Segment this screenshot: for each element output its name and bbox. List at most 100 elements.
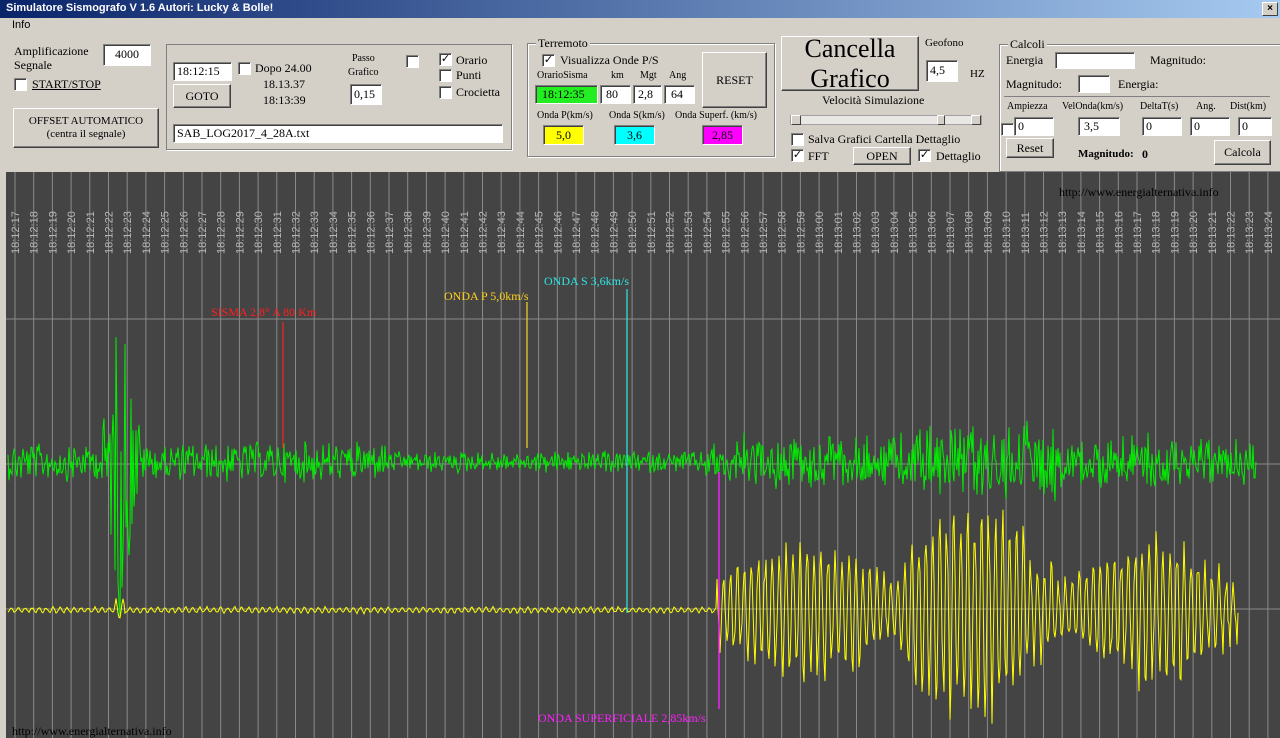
ang-header: Ang [669,70,687,81]
time-label: 18:13:10 [1001,211,1013,254]
time-label: 18:13:19 [1169,211,1181,254]
time-label: 18:13:13 [1057,211,1069,254]
time-label: 18:12:29 [234,211,246,254]
time-label: 18:12:20 [66,211,78,254]
punti-label: Punti [456,68,482,82]
ampiezza-header: Ampiezza [1007,101,1048,112]
time-label: 18:12:50 [627,211,639,254]
close-icon[interactable]: × [1262,2,1278,16]
passo-input[interactable]: 0,15 [350,84,382,105]
orario-sisma-input[interactable]: 18:12:35 [535,85,598,104]
time-label: 18:12:53 [683,211,695,254]
dist-input[interactable]: 0 [1238,117,1272,136]
onda-s-input[interactable]: 3,6 [614,125,655,145]
amplification-input[interactable]: 4000 [103,44,151,66]
reset-button[interactable]: RESET [702,52,767,108]
time-label: 18:12:31 [272,211,284,254]
offset-automatico-button[interactable]: OFFSET AUTOMATICO (centra il segnale) [13,108,159,148]
amplification-label-2: Segnale [14,58,52,72]
visualizza-checkbox[interactable]: ✓ [542,54,555,67]
magnitudo-result-label: Magnitudo: [1078,148,1134,160]
time-label: 18:12:47 [571,211,583,254]
time-label: 18:13:02 [852,211,864,254]
time-label: 18:12:45 [534,211,546,254]
ang-input[interactable]: 64 [664,85,695,104]
orario-checkbox[interactable]: ✓ [439,53,452,66]
mgt-input[interactable]: 2,8 [633,85,662,104]
time-label: 18:12:46 [552,211,564,254]
time-label: 18:12:44 [515,211,527,254]
time-input[interactable]: 18:12:15 [173,62,232,81]
dopo-checkbox[interactable] [238,62,251,75]
energia-input[interactable] [1055,52,1135,69]
time-label: 18:12:19 [47,211,59,254]
amplification-label: Amplificazione [14,44,89,58]
onda-p-input[interactable]: 5,0 [543,125,584,145]
time-label: 18:12:56 [739,211,751,254]
fft-checkbox[interactable]: ✓ [791,149,804,162]
onda-p-plot-label: ONDA P 5,0km/s [444,289,529,303]
trace-bottom [7,509,1239,724]
mgt-header: Mgt [640,70,657,81]
magnitudo-label-top: Magnitudo: [1150,53,1206,67]
start-stop-label: START/STOP [32,77,101,91]
time-label: 18:13:17 [1132,211,1144,254]
orario-label: Orario [456,53,488,67]
crocietta-checkbox[interactable] [439,86,452,99]
calcoli-title: Calcoli [1008,37,1047,52]
time-label: 18:12:55 [721,211,733,254]
ampiezza-checkbox[interactable] [1001,123,1014,136]
time-a: 18.13.37 [263,77,305,91]
dettaglio-checkbox[interactable]: ✓ [918,149,931,162]
start-stop-checkbox[interactable] [14,78,27,91]
calcoli-reset-button[interactable]: Reset [1006,138,1054,158]
time-label: 18:12:40 [440,211,452,254]
geofono-input[interactable]: 4,5 [926,60,958,82]
velocita-slider[interactable] [790,115,982,125]
passo-checkbox[interactable] [406,55,419,68]
ang-header-calc: Ang. [1196,101,1216,112]
ang-input-calc[interactable]: 0 [1190,117,1230,136]
time-label: 18:13:09 [982,211,994,254]
slider-right-arrow-icon[interactable] [971,115,981,125]
time-label: 18:13:14 [1076,211,1088,254]
onda-p-label: Onda P(km/s) [537,110,593,121]
time-label: 18:12:37 [384,211,396,254]
open-button[interactable]: OPEN [853,147,911,165]
velonda-input[interactable]: 3,5 [1078,117,1120,136]
time-label: 18:13:01 [833,211,845,254]
ampiezza-input[interactable]: 0 [1014,117,1054,136]
seismograph-plot[interactable]: 18:12:17 18:12:18 18:12:19 18:12:20 18:12:21… [6,172,1280,738]
km-input[interactable]: 80 [600,85,631,104]
time-label: 18:12:43 [496,211,508,254]
magnitudo-input[interactable] [1078,75,1110,93]
goto-button[interactable]: GOTO [173,84,231,108]
time-label: 18:12:25 [160,211,172,254]
slider-left-arrow-icon[interactable] [791,115,801,125]
offset-label: OFFSET AUTOMATICO [28,115,144,127]
slider-thumb[interactable] [937,115,946,125]
cancella-grafico-button[interactable]: Cancella Grafico [781,34,919,93]
salva-checkbox[interactable] [791,133,804,146]
calcola-button[interactable]: Calcola [1214,140,1271,165]
time-label: 18:13:24 [1263,211,1275,254]
time-label: 18:12:26 [178,211,190,254]
energia-label-2: Energia: [1118,77,1159,91]
onda-sup-input[interactable]: 2,85 [702,125,743,145]
time-label: 18:12:34 [328,211,340,254]
sisma-label: SISMA 2,8° A 80 Km [211,305,317,319]
file-input[interactable]: SAB_LOG2017_4_28A.txt [173,124,503,143]
punti-checkbox[interactable] [439,69,452,82]
time-label: 18:13:20 [1188,211,1200,254]
grafico-label: Grafico [810,63,890,93]
time-label: 18:13:15 [1095,211,1107,254]
time-label: 18:12:41 [459,211,471,254]
deltat-input[interactable]: 0 [1142,117,1182,136]
time-label: 18:12:51 [646,211,658,254]
time-label: 18:12:21 [85,211,97,254]
time-label: 18:13:11 [1020,212,1032,254]
km-header: km [611,70,624,81]
fft-label: FFT [808,149,829,163]
onda-sup-plot-label: ONDA SUPERFICIALE 2,85km/s [538,711,706,725]
menu-info[interactable]: Info [12,19,30,31]
